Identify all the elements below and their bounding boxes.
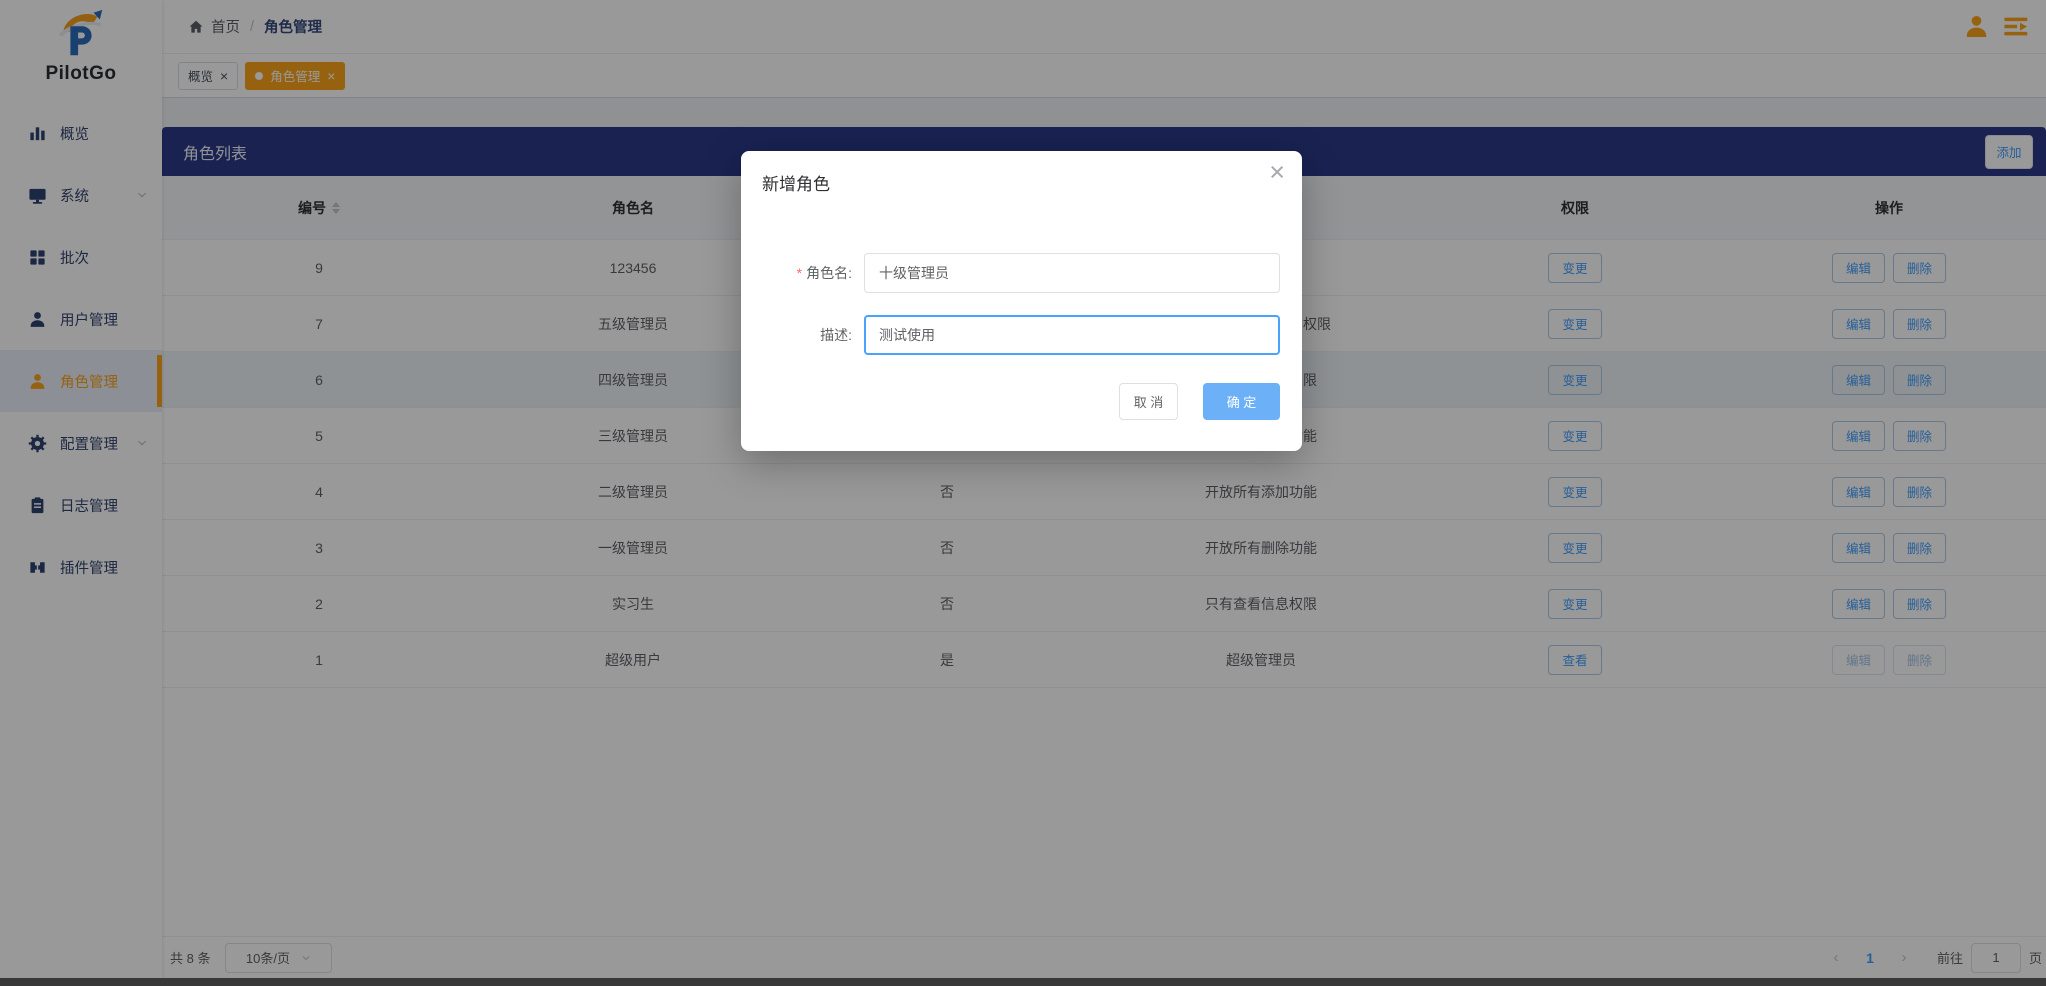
required-mark: * [797,265,802,281]
cancel-button[interactable]: 取 消 [1119,383,1178,420]
description-label: 描述: [761,325,864,345]
close-icon[interactable]: × [1269,159,1285,186]
add-role-dialog: 新增角色 × *角色名: 描述: 取 消 确 定 [741,151,1302,451]
modal-overlay [0,0,2046,986]
dialog-title: 新增角色 [762,170,830,195]
role-name-label: *角色名: [761,263,864,283]
app-window: PilotGo 概览系统批次用户管理角色管理配置管理日志管理插件管理 首页 / … [0,0,2046,986]
form-row-description: 描述: [761,315,1280,355]
form-row-role-name: *角色名: [761,253,1280,293]
role-name-input[interactable] [864,253,1280,293]
dialog-buttons: 取 消 确 定 [1119,383,1280,420]
confirm-button[interactable]: 确 定 [1203,383,1280,420]
description-input[interactable] [864,315,1280,355]
